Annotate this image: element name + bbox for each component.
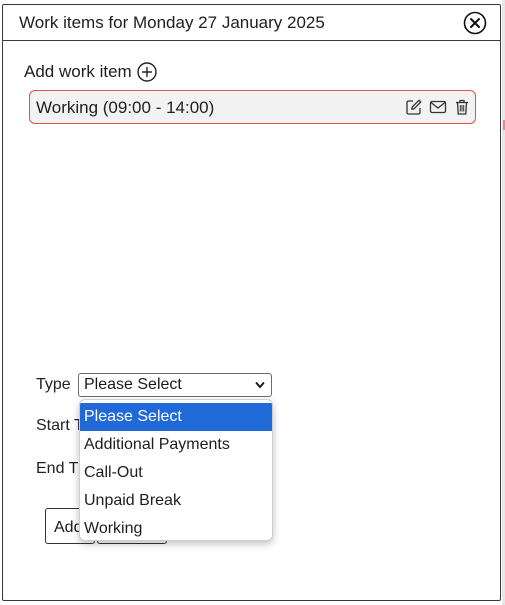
chevron-down-icon bbox=[255, 381, 265, 389]
edit-icon bbox=[406, 99, 422, 115]
add-work-item-row: Add work item bbox=[24, 61, 158, 83]
work-items-dialog: Work items for Monday 27 January 2025 Ad… bbox=[2, 4, 501, 601]
type-dropdown-list: Please Select Additional Payments Call-O… bbox=[79, 399, 273, 541]
dropdown-option-please-select[interactable]: Please Select bbox=[80, 403, 272, 431]
dropdown-option-working[interactable]: Working bbox=[80, 515, 272, 540]
end-time-label: End T bbox=[36, 460, 79, 477]
type-select-value: Please Select bbox=[84, 376, 182, 393]
trash-icon bbox=[456, 99, 468, 115]
delete-button[interactable] bbox=[452, 97, 472, 117]
dropdown-option-additional-payments[interactable]: Additional Payments bbox=[80, 431, 272, 459]
type-select[interactable]: Please Select bbox=[78, 373, 272, 397]
plus-circle-icon bbox=[137, 62, 157, 82]
dialog-header: Work items for Monday 27 January 2025 bbox=[3, 5, 500, 41]
dialog-title: Work items for Monday 27 January 2025 bbox=[19, 13, 325, 32]
work-item[interactable]: Working (09:00 - 14:00) bbox=[29, 90, 476, 124]
dropdown-option-call-out[interactable]: Call-Out bbox=[80, 459, 272, 487]
add-work-item-button[interactable] bbox=[136, 61, 158, 83]
email-button[interactable] bbox=[428, 97, 448, 117]
close-circle-icon bbox=[463, 11, 487, 35]
start-time-label: Start T bbox=[36, 417, 84, 434]
work-item-label: Working (09:00 - 14:00) bbox=[36, 98, 215, 117]
envelope-icon bbox=[429, 100, 447, 114]
edit-button[interactable] bbox=[404, 97, 424, 117]
type-label: Type bbox=[36, 376, 71, 393]
add-work-item-label: Add work item bbox=[24, 62, 132, 81]
close-button[interactable] bbox=[463, 11, 487, 35]
work-item-actions bbox=[404, 97, 472, 117]
dropdown-option-unpaid-break[interactable]: Unpaid Break bbox=[80, 487, 272, 515]
